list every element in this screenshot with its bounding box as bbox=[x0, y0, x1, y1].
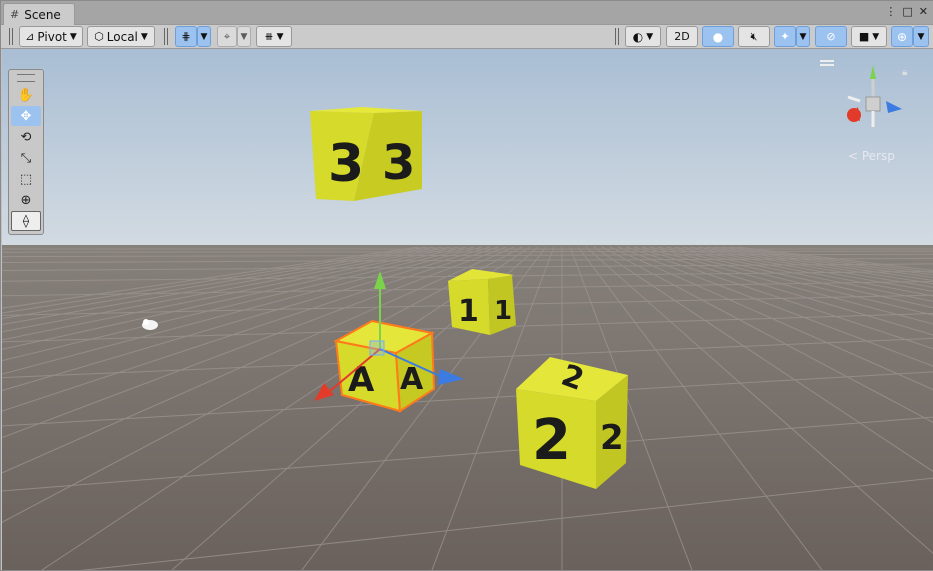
cube-outline-icon: ⬡ bbox=[94, 30, 104, 43]
lock-icon[interactable]: 🔒︎ bbox=[902, 67, 907, 78]
cube-a-face-label: A bbox=[348, 360, 375, 400]
ruler-icon: ⧻ bbox=[264, 30, 274, 43]
audio-toggle[interactable]: 🔇︎ bbox=[738, 26, 770, 47]
gizmos-toggle[interactable]: ⊕ bbox=[891, 26, 913, 47]
gizmos-dropdown[interactable]: ▼ bbox=[913, 26, 929, 47]
custom-editor-tool[interactable]: ⟠ bbox=[11, 211, 41, 231]
projection-label[interactable]: < Persp bbox=[848, 149, 895, 163]
chevron-down-icon: ▼ bbox=[69, 31, 77, 42]
hand-tool[interactable]: ✋ bbox=[11, 85, 41, 105]
scene-toolbar: ⊿ Pivot ▼ ⬡ Local ▼ ⋕ ▼ ⌖ ▼ ⧻ ▼ ◐ ▼ 2D ●… bbox=[1, 25, 933, 49]
move-arrows-icon: ✥ bbox=[20, 108, 32, 124]
mute-icon: 🔇︎ bbox=[750, 29, 758, 43]
scale-icon: ⤡ bbox=[20, 150, 32, 166]
rotate-icon: ⟲ bbox=[20, 129, 32, 145]
lighting-toggle[interactable]: ● bbox=[702, 26, 734, 47]
cube-3-face-label: 3 bbox=[328, 134, 364, 194]
gizmo-globe-icon: ⊕ bbox=[896, 29, 908, 44]
cube-2-side-label: 2 bbox=[600, 418, 624, 458]
grid-snap-dropdown[interactable]: ▼ bbox=[197, 26, 211, 47]
scene-viewport[interactable]: 3 3 1 1 A A 2 2 2 🔒︎ < Persp ✋ ✥ ⟲ ⤡ ⬚ ⊕… bbox=[2, 49, 933, 570]
toolbar-grip[interactable] bbox=[615, 28, 619, 45]
window-controls: ⋮ □ ✕ bbox=[885, 5, 928, 18]
grid-icon: # bbox=[10, 8, 20, 21]
chevron-down-icon: ▼ bbox=[917, 31, 925, 42]
move-tool[interactable]: ✥ bbox=[11, 106, 41, 126]
tab-scene[interactable]: # Scene bbox=[3, 3, 75, 25]
chevron-down-icon: ▼ bbox=[276, 31, 284, 42]
mode-2d-toggle[interactable]: 2D bbox=[666, 26, 698, 47]
tab-label: Scene bbox=[24, 7, 61, 22]
orientation-gizmo[interactable] bbox=[847, 65, 902, 127]
cube-3-side-label: 3 bbox=[382, 135, 415, 191]
pivot-label: Pivot bbox=[37, 29, 67, 44]
grid-snap-toggle[interactable]: ⋕ bbox=[175, 26, 197, 47]
transform-icon: ⊕ bbox=[20, 192, 32, 208]
custom-tool-icon: ⟠ bbox=[22, 213, 30, 229]
scene-window: # Scene ⋮ □ ✕ ⊿ Pivot ▼ ⬡ Local ▼ ⋕ ▼ ⌖ bbox=[0, 0, 933, 571]
ruler-dropdown[interactable]: ⧻ ▼ bbox=[256, 26, 292, 47]
cube-1[interactable]: 1 1 bbox=[448, 269, 516, 335]
grid-snap-icon: ⋕ bbox=[181, 30, 191, 43]
chevron-down-icon: ▼ bbox=[140, 31, 148, 42]
effects-toggle[interactable]: ✦ bbox=[774, 26, 796, 47]
local-dropdown[interactable]: ⬡ Local ▼ bbox=[87, 26, 155, 47]
palette-handle[interactable] bbox=[17, 74, 35, 82]
visibility-toggle[interactable]: ⊘ bbox=[815, 26, 847, 47]
pivot-icon: ⊿ bbox=[25, 30, 35, 43]
cube-3[interactable]: 3 3 bbox=[310, 107, 422, 201]
toolbar-grip[interactable] bbox=[164, 28, 168, 45]
light-bulb-icon: ● bbox=[712, 29, 724, 44]
cube-2-face-label: 2 bbox=[532, 408, 571, 473]
draw-mode-dropdown[interactable]: ◐ ▼ bbox=[625, 26, 661, 47]
cube-1-face-label: 1 bbox=[458, 294, 479, 329]
chevron-down-icon: ▼ bbox=[646, 31, 654, 42]
scene-objects: 3 3 1 1 A A 2 2 2 bbox=[142, 65, 902, 489]
toolbar-grip[interactable] bbox=[9, 28, 13, 45]
mode-2d-label: 2D bbox=[674, 30, 690, 43]
cube-1-side-label: 1 bbox=[494, 296, 512, 326]
effects-icon: ✦ bbox=[780, 30, 790, 43]
chevron-down-icon: ▼ bbox=[872, 31, 880, 42]
close-icon[interactable]: ✕ bbox=[919, 5, 928, 18]
chevron-down-icon: ▼ bbox=[200, 31, 208, 42]
light-gizmo-icon[interactable] bbox=[142, 319, 158, 330]
rect-icon: ⬚ bbox=[19, 171, 33, 187]
rect-tool[interactable]: ⬚ bbox=[11, 169, 41, 189]
camera-dropdown[interactable]: ■ ▼ bbox=[851, 26, 887, 47]
chevron-down-icon: ▼ bbox=[799, 31, 807, 42]
shaded-sphere-icon: ◐ bbox=[632, 29, 644, 44]
chevron-down-icon: ▼ bbox=[240, 31, 248, 42]
pivot-dropdown[interactable]: ⊿ Pivot ▼ bbox=[19, 26, 83, 47]
transform-tool[interactable]: ⊕ bbox=[11, 190, 41, 210]
rotate-tool[interactable]: ⟲ bbox=[11, 127, 41, 147]
increment-snap-dropdown[interactable]: ▼ bbox=[237, 26, 251, 47]
viewport-menu-icon[interactable] bbox=[820, 60, 834, 66]
cube-2[interactable]: 2 2 2 bbox=[516, 357, 628, 489]
hand-icon: ✋ bbox=[17, 87, 35, 103]
snap-icon: ⌖ bbox=[223, 29, 231, 43]
local-label: Local bbox=[106, 29, 138, 44]
effects-dropdown[interactable]: ▼ bbox=[796, 26, 810, 47]
tab-strip: # Scene ⋮ □ ✕ bbox=[1, 1, 933, 25]
eye-hidden-icon: ⊘ bbox=[826, 30, 836, 43]
increment-snap-toggle[interactable]: ⌖ bbox=[217, 26, 237, 47]
tool-palette: ✋ ✥ ⟲ ⤡ ⬚ ⊕ ⟠ bbox=[8, 69, 44, 235]
more-options-icon[interactable]: ⋮ bbox=[885, 5, 896, 18]
scale-tool[interactable]: ⤡ bbox=[11, 148, 41, 168]
camera-icon: ■ bbox=[858, 30, 870, 43]
maximize-icon[interactable]: □ bbox=[902, 5, 912, 18]
